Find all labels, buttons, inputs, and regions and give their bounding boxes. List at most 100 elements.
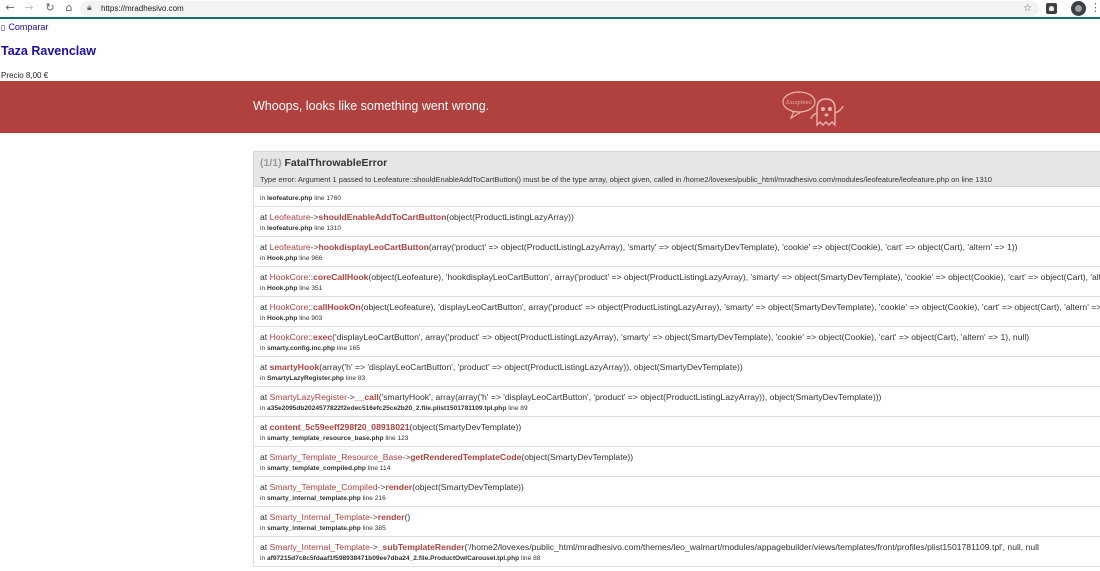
frame-location: in smarty_template_compiled.php line 114 [260,464,1100,474]
frame-file: Hook.php [266,285,298,292]
back-icon[interactable]: ← [3,1,17,15]
lock-icon[interactable]: 🔒︎ [87,1,92,16]
frame-file: leofeature.php [266,225,313,232]
frame-at-label: at [260,212,268,222]
frame-args: ('/home2/lovexes/public_html/mradhesivo.… [464,542,1039,552]
frame-at-label: at [260,272,268,282]
frame-class[interactable]: Smarty_Template_Compiled [270,482,378,492]
frame-call: at Smarty_Internal_Template->render() [260,511,1100,523]
frame-args: (object(SmartyDevTemplate)) [412,482,524,492]
frame-file: Hook.php [266,255,298,262]
frame-function[interactable]: exec [313,332,332,342]
frame-call: at SmartyLazyRegister->__call('smartyHoo… [260,391,1100,403]
frame-location: in smarty.config.inc.php line 165 [260,344,1100,354]
frame-at-label: at [260,542,268,552]
frame-in-label: in [260,555,266,562]
frame-in-label: in [260,315,266,322]
trace-frame: at Smarty_Template_Resource_Base->getRen… [253,447,1100,477]
frame-function[interactable]: coreCallHook [313,272,368,282]
frame-line: line 903 [299,315,323,322]
frame-line: line 1310 [314,225,342,232]
trace-frame: in leofeature.php line 1760 [253,187,1100,207]
frame-class[interactable]: HookCore [270,332,309,342]
compare-icon: ▯ [1,23,6,32]
frame-line: line 123 [385,435,409,442]
frame-in-label: in [260,405,266,412]
frame-line: line 114 [367,465,391,472]
frame-call: at content_5c59eeff298f20_08918021(objec… [260,421,1100,433]
frame-location: in smarty_template_resource_base.php lin… [260,434,1100,444]
frame-function[interactable]: getRenderedTemplateCode [410,452,521,462]
frame-args: (object(Leofeature), 'hookdisplayLeoCart… [368,272,1100,282]
trace-frame: at HookCore::callHookOn(object(Leofeatur… [253,297,1100,327]
frame-location: in Hook.php line 903 [260,314,1100,324]
frame-call: at Leofeature->shouldEnableAddToCartButt… [260,211,1100,223]
frame-line: line 351 [299,285,323,292]
frame-function[interactable]: render [385,482,412,492]
product-price: Precio 8,00 € [1,71,49,80]
frame-args: (array('product' => object(ProductListin… [428,242,1018,252]
frame-function[interactable]: callHookOn [313,302,361,312]
frame-file: smarty.config.inc.php [266,345,336,352]
star-icon[interactable]: ☆ [1023,1,1032,16]
trace-frame: at SmartyLazyRegister->__call('smartyHoo… [253,387,1100,417]
compare-link[interactable]: ▯ Comparar [1,22,48,32]
frame-class[interactable]: HookCore [270,272,309,282]
trace-frame: at HookCore::exec('displayLeoCartButton'… [253,327,1100,357]
frame-function[interactable]: hookdisplayLeoCartButton [319,242,429,252]
home-icon[interactable]: ⌂ [62,1,76,15]
product-title[interactable]: Taza Ravenclaw [1,44,96,58]
error-banner: Whoops, looks like something went wrong.… [0,81,1100,133]
exception-name: FatalThrowableError [284,157,388,169]
trace-frame: at Smarty_Internal_Template->render() in … [253,507,1100,537]
frame-args: (object(Leofeature), 'displayLeoCartButt… [360,302,1100,312]
extension-icon[interactable] [1046,3,1057,14]
trace-frame-list: at Leofeature->shouldEnableAddToCartButt… [253,207,1100,567]
trace-frame: at HookCore::coreCallHook(object(Leofeat… [253,267,1100,297]
frame-function[interactable]: shouldEnableAddToCartButton [319,212,447,222]
frame-operator: -> [310,242,319,252]
frame-args: ('smartyHook', array(array('h' => 'displ… [378,392,882,402]
frame-function[interactable]: render [378,512,405,522]
frame-at-label: at [260,332,268,342]
frame-at-label: at [260,362,268,372]
address-url[interactable]: https://mradhesivo.com [101,1,184,16]
address-bar[interactable]: 🔒︎ https://mradhesivo.com ☆ [80,1,1039,16]
browser-toolbar: ← → ↻ ⌂ 🔒︎ https://mradhesivo.com ☆ ⋮ [0,0,1100,17]
frame-at-label: at [260,302,268,312]
frame-in-label: in [260,345,266,352]
frame-in-label: in [260,285,266,292]
frame-args: () [404,512,411,522]
frame-file: smarty_internal_template.php [266,525,361,532]
frame-class[interactable]: Smarty_Internal_Template [270,512,370,522]
frame-call: at Leofeature->hookdisplayLeoCartButton(… [260,241,1100,253]
frame-in-label: in [260,435,266,442]
forward-icon[interactable]: → [22,1,36,15]
menu-icon[interactable]: ⋮ [1090,0,1100,16]
error-banner-message: Whoops, looks like something went wrong. [253,99,490,113]
reload-icon[interactable]: ↻ [43,1,57,15]
frame-function[interactable]: smartyHook [270,362,320,372]
frame-class[interactable]: HookCore [270,302,309,312]
frame-at-label: at [260,512,268,522]
frame-at-label: at [260,242,268,252]
frame-call: at Smarty_Template_Resource_Base->getRen… [260,451,1100,463]
frame-line: line 165 [336,345,360,352]
frame-class[interactable]: Smarty_Template_Resource_Base [270,452,403,462]
frame-call: at smartyHook(array('h' => 'displayLeoCa… [260,361,1100,373]
frame-class[interactable]: SmartyLazyRegister [270,392,347,402]
trace-frame: at Smarty_Internal_Template->_subTemplat… [253,537,1100,567]
frame-function[interactable]: content_5c59eeff298f20_08918021 [270,422,410,432]
frame-class[interactable]: Smarty_Internal_Template [270,542,370,552]
profile-icon[interactable] [1071,1,1086,16]
frame-file: af97215d7c8c5fdaaf1f598938471b09ee7dba24… [266,555,520,562]
frame-class[interactable]: Leofeature [270,212,311,222]
frame-in-label: in [260,375,266,382]
frame-operator: -> [346,392,355,402]
frame-class[interactable]: Leofeature [270,242,311,252]
frame-function[interactable]: __call [355,392,379,402]
frame-function[interactable]: _subTemplateRender [378,542,465,552]
frame-location: in af97215d7c8c5fdaaf1f598938471b09ee7db… [260,554,1100,564]
frame-in-label: in [260,195,266,202]
compare-label: Comparar [8,22,49,32]
